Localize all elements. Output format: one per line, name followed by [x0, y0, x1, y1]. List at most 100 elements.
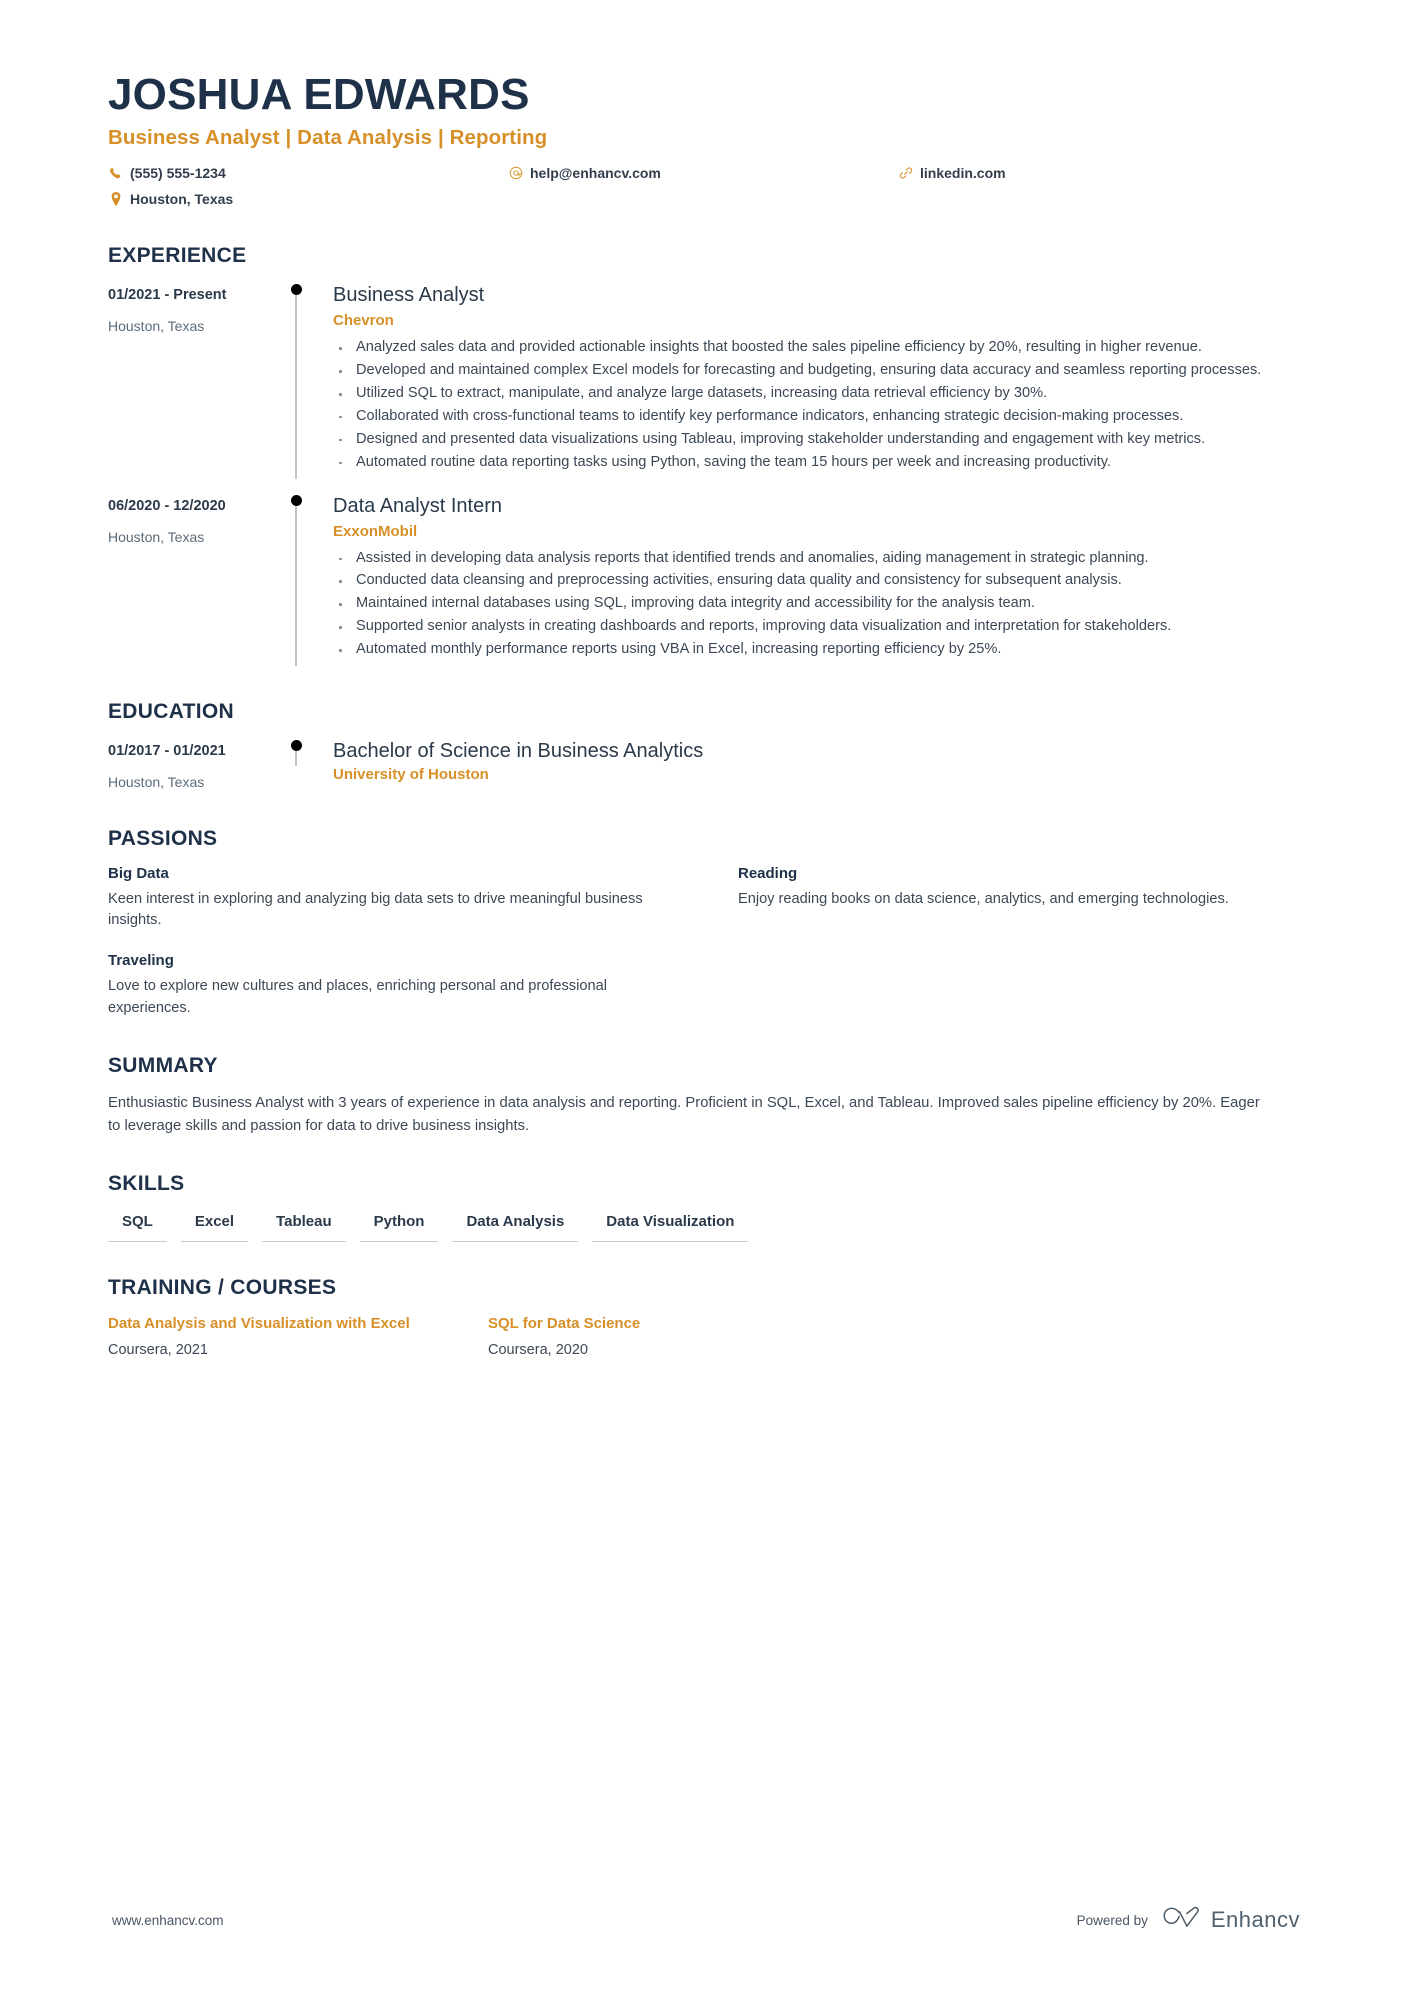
skill-chip: SQL — [108, 1210, 167, 1242]
passion-item: Big Data Keen interest in exploring and … — [108, 865, 670, 933]
skills-list: SQL Excel Tableau Python Data Analysis D… — [108, 1210, 1300, 1242]
experience-entry-body: Data Analyst Intern ExxonMobil Assisted … — [316, 493, 1300, 666]
experience-date: 01/2021 - Present — [108, 287, 227, 304]
course-title: SQL for Data Science — [488, 1315, 641, 1332]
passion-item: Traveling Love to explore new cultures a… — [108, 952, 670, 1020]
list-item: Designed and presented data visualizatio… — [333, 429, 1300, 451]
timeline-dot — [290, 494, 302, 506]
list-item: Supported senior analysts in creating da… — [333, 616, 1300, 638]
education-section: EDUCATION 01/2017 - 01/2021 Houston, Tex… — [108, 700, 1300, 793]
skill-chip: Python — [359, 1210, 439, 1242]
list-item: Assisted in developing data analysis rep… — [333, 548, 1300, 570]
experience-bullet-list: Assisted in developing data analysis rep… — [333, 548, 1300, 661]
training-grid: Data Analysis and Visualization with Exc… — [108, 1314, 1300, 1358]
timeline-dot — [290, 739, 302, 751]
experience-role: Data Analyst Intern — [333, 494, 502, 517]
course-meta: Coursera, 2020 — [488, 1342, 588, 1359]
contact-link-text: linkedin.com — [920, 165, 1006, 182]
contact-email[interactable]: help@enhancv.com — [508, 163, 898, 184]
contact-link[interactable]: linkedin.com — [898, 163, 1300, 184]
passions-grid: Big Data Keen interest in exploring and … — [108, 865, 1300, 1021]
contact-phone-text: (555) 555-1234 — [130, 165, 226, 182]
location-pin-icon — [108, 190, 123, 208]
resume-page: JOSHUA EDWARDS Business Analyst | Data A… — [0, 0, 1410, 1995]
list-item: Analyzed sales data and provided actiona… — [333, 337, 1300, 359]
email-icon — [508, 164, 523, 182]
experience-entry-body: Business Analyst Chevron Analyzed sales … — [316, 282, 1300, 478]
experience-entry-meta: 01/2021 - Present Houston, Texas — [108, 282, 276, 478]
list-item: Automated routine data reporting tasks u… — [333, 452, 1300, 474]
list-item: Utilized SQL to extract, manipulate, and… — [333, 383, 1300, 405]
course-item: Data Analysis and Visualization with Exc… — [108, 1314, 488, 1358]
list-item: Maintained internal databases using SQL,… — [333, 593, 1300, 615]
summary-section: SUMMARY Enthusiastic Business Analyst wi… — [108, 1054, 1300, 1138]
education-entry-body: Bachelor of Science in Business Analytic… — [316, 738, 1300, 793]
enhancv-logo: Enhancv — [1161, 1905, 1300, 1935]
experience-entry-meta: 06/2020 - 12/2020 Houston, Texas — [108, 493, 276, 666]
course-item: SQL for Data Science Coursera, 2020 — [488, 1314, 1300, 1358]
education-entry: 01/2017 - 01/2021 Houston, Texas Bachelo… — [108, 738, 1300, 793]
phone-icon — [108, 164, 123, 182]
experience-bullet-list: Analyzed sales data and provided actiona… — [333, 337, 1300, 473]
link-icon — [898, 164, 913, 182]
contact-location: Houston, Texas — [108, 189, 508, 210]
education-degree: Bachelor of Science in Business Analytic… — [333, 739, 704, 762]
skill-chip: Excel — [180, 1210, 249, 1242]
education-date: 01/2017 - 01/2021 — [108, 742, 226, 759]
education-entry-meta: 01/2017 - 01/2021 Houston, Texas — [108, 738, 276, 793]
page-footer: www.enhancv.com Powered by Enhancv — [0, 1905, 1410, 1935]
section-heading-experience: EXPERIENCE — [108, 244, 247, 268]
training-section: TRAINING / COURSES Data Analysis and Vis… — [108, 1276, 1300, 1358]
experience-location: Houston, Texas — [108, 528, 205, 545]
skill-chip: Data Visualization — [592, 1210, 749, 1242]
timeline-dot — [290, 284, 302, 296]
contact-email-text: help@enhancv.com — [530, 165, 661, 182]
skill-chip: Data Analysis — [452, 1210, 579, 1242]
passion-description: Love to explore new cultures and places,… — [108, 978, 607, 1017]
experience-entry: 01/2021 - Present Houston, Texas Busines… — [108, 282, 1300, 479]
timeline-rail — [276, 738, 316, 793]
list-item: Automated monthly performance reports us… — [333, 639, 1300, 661]
passion-title: Big Data — [108, 864, 169, 882]
passion-title: Reading — [738, 864, 798, 882]
passion-item: Reading Enjoy reading books on data scie… — [738, 865, 1300, 933]
experience-section: EXPERIENCE 01/2021 - Present Houston, Te… — [108, 244, 1300, 666]
contact-location-text: Houston, Texas — [130, 191, 234, 208]
enhancv-wordmark: Enhancv — [1210, 1907, 1300, 1932]
timeline-rail — [276, 493, 316, 666]
experience-date: 06/2020 - 12/2020 — [108, 497, 226, 514]
contact-phone[interactable]: (555) 555-1234 — [108, 163, 508, 184]
timeline-line — [295, 500, 297, 666]
list-item: Conducted data cleansing and preprocessi… — [333, 570, 1300, 592]
course-meta: Coursera, 2021 — [108, 1342, 208, 1359]
section-heading-passions: PASSIONS — [108, 826, 218, 850]
experience-company: Chevron — [333, 312, 394, 330]
resume-header: JOSHUA EDWARDS Business Analyst | Data A… — [108, 70, 1300, 210]
list-item: Developed and maintained complex Excel m… — [333, 360, 1300, 382]
skills-section: SKILLS SQL Excel Tableau Python Data Ana… — [108, 1172, 1300, 1242]
section-heading-training: TRAINING / COURSES — [108, 1276, 337, 1299]
contact-info: (555) 555-1234 help@enhancv.com linkedin… — [108, 163, 1300, 210]
list-item: Collaborated with cross-functional teams… — [333, 406, 1300, 428]
enhancv-mark-icon — [1161, 1905, 1201, 1935]
footer-url[interactable]: www.enhancv.com — [112, 1913, 224, 1928]
education-location: Houston, Texas — [108, 774, 205, 790]
experience-location: Houston, Texas — [108, 318, 205, 335]
passion-description: Keen interest in exploring and analyzing… — [108, 890, 643, 929]
experience-company: ExxonMobil — [333, 522, 418, 540]
summary-text: Enthusiastic Business Analyst with 3 yea… — [108, 1095, 1260, 1135]
passion-description: Enjoy reading books on data science, ana… — [738, 890, 1229, 907]
timeline-rail — [276, 282, 316, 479]
passion-title: Traveling — [108, 952, 174, 970]
powered-by-label: Powered by — [1076, 1912, 1148, 1928]
timeline-line — [295, 290, 297, 479]
page-title: JOSHUA EDWARDS — [108, 70, 530, 119]
professional-headline: Business Analyst | Data Analysis | Repor… — [108, 126, 548, 150]
skill-chip: Tableau — [262, 1210, 346, 1242]
education-school: University of Houston — [333, 765, 489, 783]
course-title: Data Analysis and Visualization with Exc… — [108, 1315, 410, 1332]
section-heading-skills: SKILLS — [108, 1172, 185, 1195]
experience-entry: 06/2020 - 12/2020 Houston, Texas Data An… — [108, 493, 1300, 666]
passions-section: PASSIONS Big Data Keen interest in explo… — [108, 827, 1300, 1021]
footer-branding: Powered by Enhancv — [1077, 1905, 1300, 1935]
